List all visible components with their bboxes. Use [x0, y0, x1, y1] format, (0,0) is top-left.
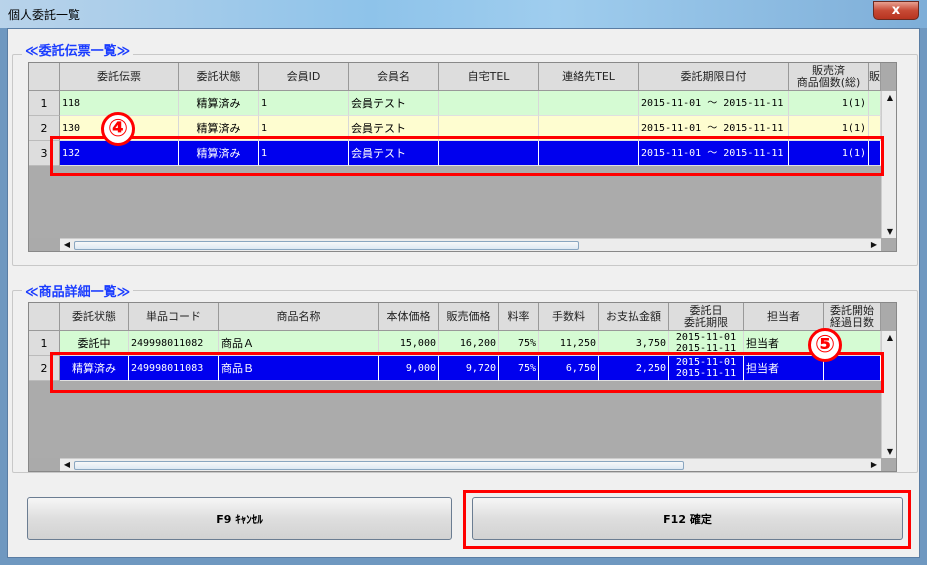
scroll-left-arrow-icon[interactable]: ◀ — [62, 240, 72, 249]
scroll-right-arrow-icon[interactable]: ▶ — [869, 240, 879, 249]
corner-header — [29, 63, 60, 91]
column-header[interactable]: 委託伝票 — [60, 63, 179, 91]
voucher-group-title: ≪委託伝票一覧≫ — [22, 40, 134, 59]
close-icon: x — [891, 3, 901, 18]
item-group-title: ≪商品詳細一覧≫ — [22, 281, 134, 300]
cell-status: 精算済み — [179, 91, 259, 116]
scroll-down-arrow-icon[interactable]: ▼ — [882, 447, 896, 456]
column-header[interactable]: 会員名 — [349, 63, 439, 91]
annotation-4: ④ — [101, 112, 135, 146]
column-header[interactable]: 委託日 委託期限 — [669, 303, 744, 331]
column-header[interactable]: 商品名称 — [219, 303, 379, 331]
window-title: 個人委託一覧 — [8, 8, 81, 22]
cell-sold-count: 1(1) — [789, 91, 869, 116]
cell-extra — [869, 91, 881, 116]
scrollbar-thumb[interactable] — [74, 461, 684, 470]
annotation-5: ⑤ — [808, 328, 842, 362]
cell-contact-tel — [539, 91, 639, 116]
column-header[interactable]: 販 — [869, 63, 881, 91]
cell-period: 2015-11-01 ～ 2015-11-11 — [639, 91, 789, 116]
column-header[interactable]: 手数料 — [539, 303, 599, 331]
annotation-box-voucher — [50, 136, 884, 176]
horizontal-scrollbar[interactable]: ◀ ▶ — [60, 458, 881, 471]
column-header[interactable]: 委託状態 — [60, 303, 129, 331]
column-header[interactable]: 本体価格 — [379, 303, 439, 331]
cell-date-start: 2015-11-01 — [675, 332, 737, 343]
column-header[interactable]: 自宅TEL — [439, 63, 539, 91]
scroll-right-arrow-icon[interactable]: ▶ — [869, 460, 879, 469]
scroll-up-arrow-icon[interactable]: ▲ — [882, 93, 896, 102]
cell-home-tel — [439, 91, 539, 116]
column-header[interactable]: お支払金額 — [599, 303, 669, 331]
close-button[interactable]: x — [873, 1, 919, 20]
scroll-left-arrow-icon[interactable]: ◀ — [62, 460, 72, 469]
horizontal-scrollbar[interactable]: ◀ ▶ — [60, 238, 881, 251]
column-header[interactable]: 販売済 商品個数(総) — [789, 63, 869, 91]
annotation-box-confirm — [463, 490, 911, 549]
corner-header — [29, 303, 60, 331]
column-header[interactable]: 販売価格 — [439, 303, 499, 331]
column-header[interactable]: 担当者 — [744, 303, 824, 331]
column-header[interactable]: 委託開始 経過日数 — [824, 303, 881, 331]
cell-member-id: 1 — [259, 91, 349, 116]
column-header[interactable]: 料率 — [499, 303, 539, 331]
scrollbar-thumb[interactable] — [74, 241, 579, 250]
scroll-up-arrow-icon[interactable]: ▲ — [882, 333, 896, 342]
column-header[interactable]: 単品コード — [129, 303, 219, 331]
row-number: 1 — [29, 91, 60, 116]
vertical-scrollbar[interactable]: ▲ ▼ — [881, 331, 896, 458]
column-header[interactable]: 委託状態 — [179, 63, 259, 91]
scroll-down-arrow-icon[interactable]: ▼ — [882, 227, 896, 236]
column-header[interactable]: 会員ID — [259, 63, 349, 91]
table-row[interactable]: 118 精算済み 1 会員テスト 2015-11-01 ～ 2015-11-11 1(1) — [60, 91, 881, 116]
column-header[interactable]: 連絡先TEL — [539, 63, 639, 91]
title-bar — [0, 0, 927, 28]
annotation-box-item — [50, 352, 884, 393]
column-header[interactable]: 委託期限日付 — [639, 63, 789, 91]
cancel-button[interactable]: F9 ｷｬﾝｾﾙ — [27, 497, 452, 540]
cell-member-name: 会員テスト — [349, 91, 439, 116]
